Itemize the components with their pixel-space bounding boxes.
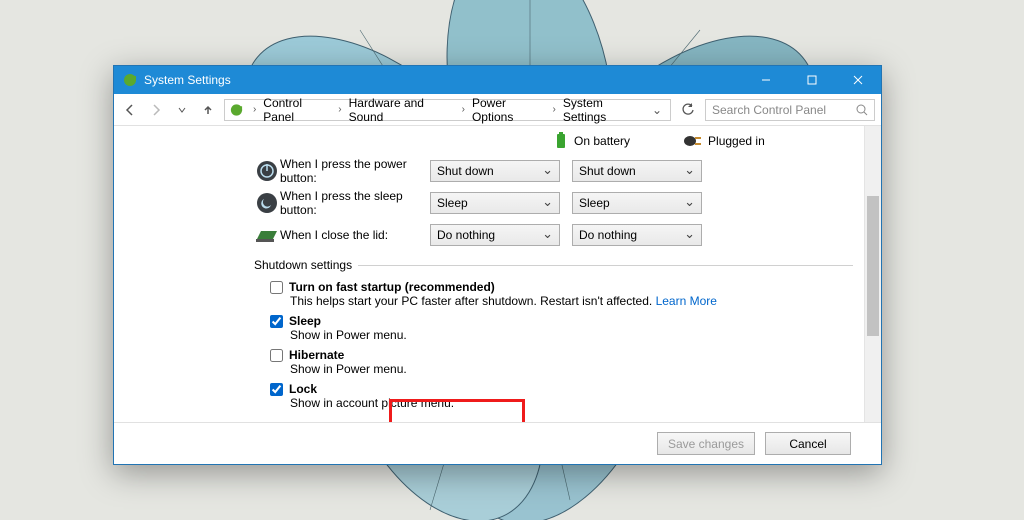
power-options-icon — [229, 102, 244, 118]
nav-back-button[interactable] — [120, 100, 140, 120]
scrollbar-thumb[interactable] — [867, 196, 879, 336]
power-options-icon — [122, 72, 138, 88]
shutdown-settings-group: Shutdown settings Turn on fast startup (… — [254, 258, 853, 412]
sleep-checkbox[interactable] — [270, 315, 283, 328]
breadcrumb-item[interactable]: Hardware and Sound — [347, 96, 457, 124]
close-lid-row: When I close the lid: Do nothing Do noth… — [254, 220, 853, 250]
fast-startup-checkbox[interactable] — [270, 281, 283, 294]
content-area: On battery Plugged in When I press the p… — [114, 126, 881, 422]
lock-option: Lock Show in account picture menu. — [270, 382, 853, 410]
breadcrumb[interactable]: › Control Panel› Hardware and Sound› Pow… — [224, 99, 671, 121]
cancel-button[interactable]: Cancel — [765, 432, 851, 455]
nav-forward-button[interactable] — [146, 100, 166, 120]
search-input[interactable]: Search Control Panel — [705, 99, 875, 121]
close-lid-plugged-select[interactable]: Do nothing — [572, 224, 702, 246]
shutdown-settings-legend: Shutdown settings — [254, 258, 358, 272]
system-settings-window: System Settings › Control Panel› Hardwar… — [113, 65, 882, 465]
power-button-icon — [256, 160, 278, 182]
close-lid-battery-select[interactable]: Do nothing — [430, 224, 560, 246]
hibernate-option: Hibernate Show in Power menu. — [270, 348, 853, 376]
minimize-button[interactable] — [743, 66, 789, 94]
save-changes-button[interactable]: Save changes — [657, 432, 755, 455]
column-headers: On battery Plugged in — [554, 132, 853, 150]
breadcrumb-item[interactable]: Control Panel — [261, 96, 333, 124]
laptop-lid-icon — [255, 225, 279, 245]
battery-icon — [554, 132, 568, 150]
power-button-plugged-select[interactable]: Shut down — [572, 160, 702, 182]
breadcrumb-item[interactable]: Power Options — [470, 96, 548, 124]
power-button-row: When I press the power button: Shut down… — [254, 156, 853, 186]
footer-bar: Save changes Cancel — [114, 422, 881, 464]
learn-more-link[interactable]: Learn More — [656, 294, 717, 308]
titlebar: System Settings — [114, 66, 881, 94]
refresh-button[interactable] — [677, 99, 699, 121]
nav-recent-dropdown[interactable] — [172, 100, 192, 120]
sleep-button-icon — [256, 192, 278, 214]
vertical-scrollbar[interactable] — [864, 126, 881, 422]
hibernate-checkbox[interactable] — [270, 349, 283, 362]
search-placeholder: Search Control Panel — [712, 103, 826, 117]
maximize-button[interactable] — [789, 66, 835, 94]
fast-startup-option: Turn on fast startup (recommended) This … — [270, 280, 853, 308]
search-icon — [856, 104, 868, 116]
sleep-button-plugged-select[interactable]: Sleep — [572, 192, 702, 214]
sleep-button-row: When I press the sleep button: Sleep Sle… — [254, 188, 853, 218]
navigation-bar: › Control Panel› Hardware and Sound› Pow… — [114, 94, 881, 126]
window-title: System Settings — [144, 73, 743, 87]
plug-icon — [680, 134, 702, 148]
sleep-button-battery-select[interactable]: Sleep — [430, 192, 560, 214]
lock-checkbox[interactable] — [270, 383, 283, 396]
nav-up-button[interactable] — [198, 100, 218, 120]
breadcrumb-item[interactable]: System Settings — [561, 96, 646, 124]
power-button-battery-select[interactable]: Shut down — [430, 160, 560, 182]
close-button[interactable] — [835, 66, 881, 94]
sleep-option: Sleep Show in Power menu. — [270, 314, 853, 342]
breadcrumb-dropdown[interactable]: ⌄ — [648, 103, 666, 117]
